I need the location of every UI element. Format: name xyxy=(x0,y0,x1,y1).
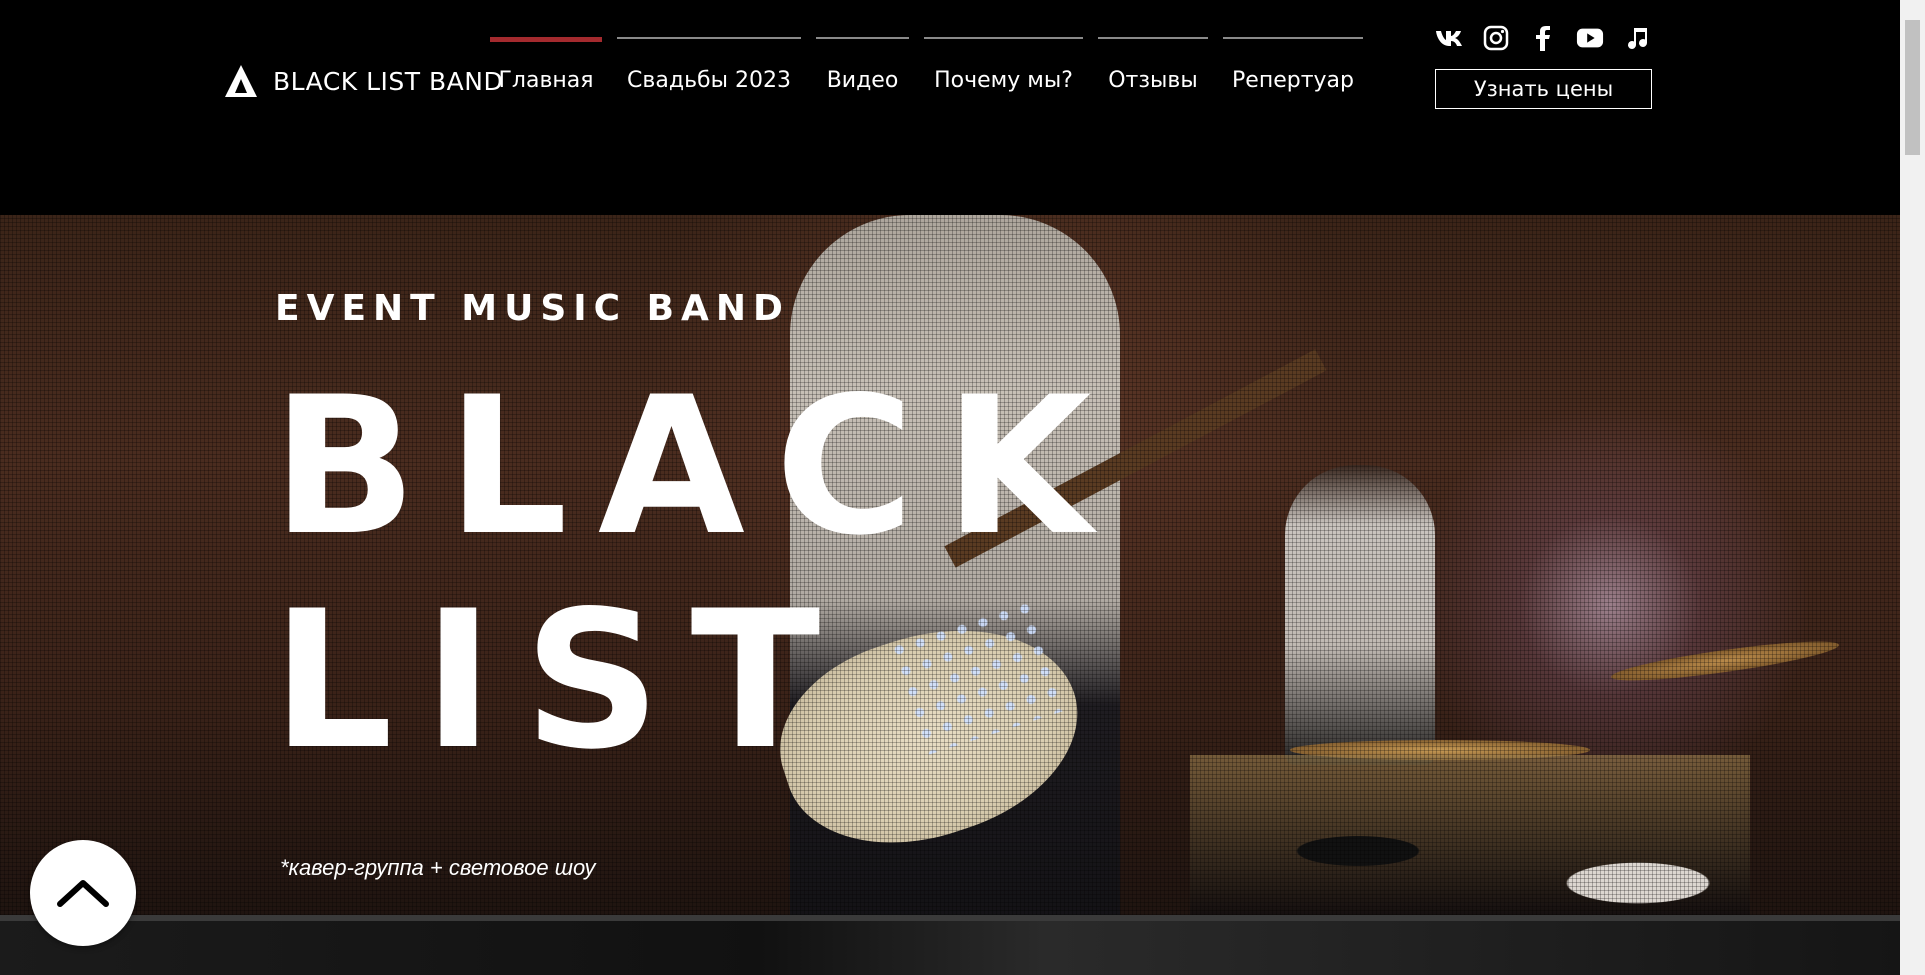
logo[interactable]: BLACK LIST BAND xyxy=(223,63,503,99)
page-scrollbar[interactable] xyxy=(1900,0,1925,975)
youtube-icon[interactable] xyxy=(1576,24,1604,52)
nav-item-weddings[interactable]: Свадьбы 2023 xyxy=(617,37,801,93)
nav-indicator xyxy=(1223,37,1363,39)
nav-indicator xyxy=(1098,37,1208,39)
hero-title-line2: LIST xyxy=(272,570,851,791)
nav-indicator xyxy=(924,37,1083,39)
facebook-icon[interactable] xyxy=(1529,24,1557,52)
chevron-up-icon xyxy=(57,880,109,907)
nav-label: Отзывы xyxy=(1108,68,1198,93)
nav-label: Почему мы? xyxy=(934,68,1073,93)
nav-label: Видео xyxy=(826,68,899,93)
get-prices-button[interactable]: Узнать цены xyxy=(1435,69,1652,109)
logo-text: BLACK LIST BAND xyxy=(273,66,504,96)
nav-item-reviews[interactable]: Отзывы xyxy=(1098,37,1208,93)
nav-label: Главная xyxy=(498,68,594,93)
nav-label: Репертуар xyxy=(1232,68,1354,93)
nav-indicator xyxy=(617,37,801,39)
nav-indicator xyxy=(816,37,909,39)
scrollbar-thumb[interactable] xyxy=(1905,20,1920,155)
hero-subtitle: EVENT MUSIC BAND xyxy=(275,288,790,329)
hero-note: *кавер-группа + световое шоу xyxy=(280,855,596,880)
nav-item-repertoire[interactable]: Репертуар xyxy=(1223,37,1363,93)
site-header: BLACK LIST BAND Главная Свадьбы 2023 Вид… xyxy=(0,0,1900,215)
next-section-preview xyxy=(0,921,1900,975)
hero-title: BLACK LIST xyxy=(272,360,1122,788)
scroll-to-top-button[interactable] xyxy=(30,840,136,946)
vk-icon[interactable] xyxy=(1435,24,1463,52)
main-nav: Главная Свадьбы 2023 Видео Почему мы? От… xyxy=(490,37,1378,93)
social-links xyxy=(1435,24,1651,52)
hero-section: EVENT MUSIC BAND BLACK LIST *кавер-групп… xyxy=(0,215,1900,915)
logo-triangle-icon xyxy=(225,65,257,97)
nav-item-why-us[interactable]: Почему мы? xyxy=(924,37,1083,93)
hero-title-line1: BLACK xyxy=(272,356,1122,577)
instagram-icon[interactable] xyxy=(1482,24,1510,52)
nav-indicator xyxy=(490,37,602,42)
music-note-icon[interactable] xyxy=(1623,24,1651,52)
nav-item-video[interactable]: Видео xyxy=(816,37,909,93)
nav-item-home[interactable]: Главная xyxy=(490,37,602,93)
hero-content: EVENT MUSIC BAND BLACK LIST *кавер-групп… xyxy=(0,215,1900,915)
nav-label: Свадьбы 2023 xyxy=(627,68,791,93)
